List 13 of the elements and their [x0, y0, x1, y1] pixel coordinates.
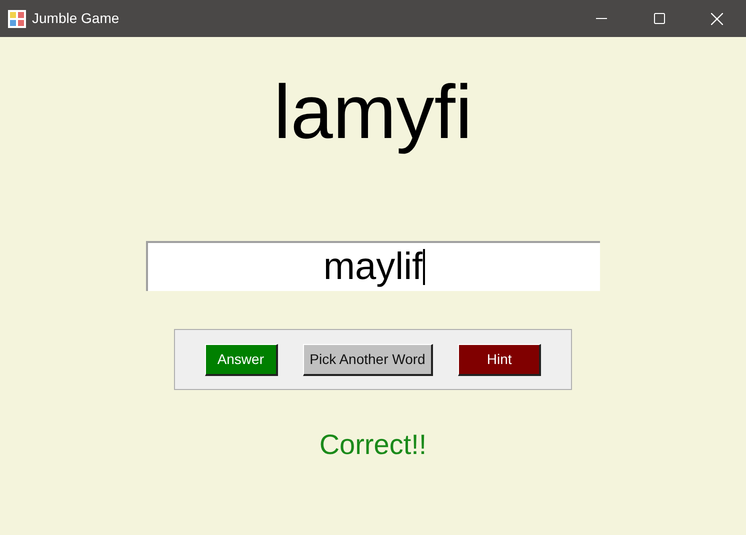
- result-message: Correct!!: [319, 428, 427, 462]
- field-text: maylif: [323, 245, 423, 289]
- action-button[interactable]: Answer: [204, 344, 278, 376]
- jumbled-word: lamyfi: [274, 69, 472, 157]
- action-button[interactable]: Pick Another Word: [302, 344, 434, 376]
- input-field[interactable]: maylif: [146, 241, 600, 291]
- minimize-icon: [596, 18, 606, 19]
- action-button[interactable]: Hint: [458, 344, 542, 376]
- window-title: Jumble Game: [32, 9, 120, 28]
- app-icon: [8, 10, 26, 28]
- maximize-icon: [654, 13, 664, 24]
- text-cursor: [422, 249, 425, 285]
- close-icon: [711, 12, 723, 24]
